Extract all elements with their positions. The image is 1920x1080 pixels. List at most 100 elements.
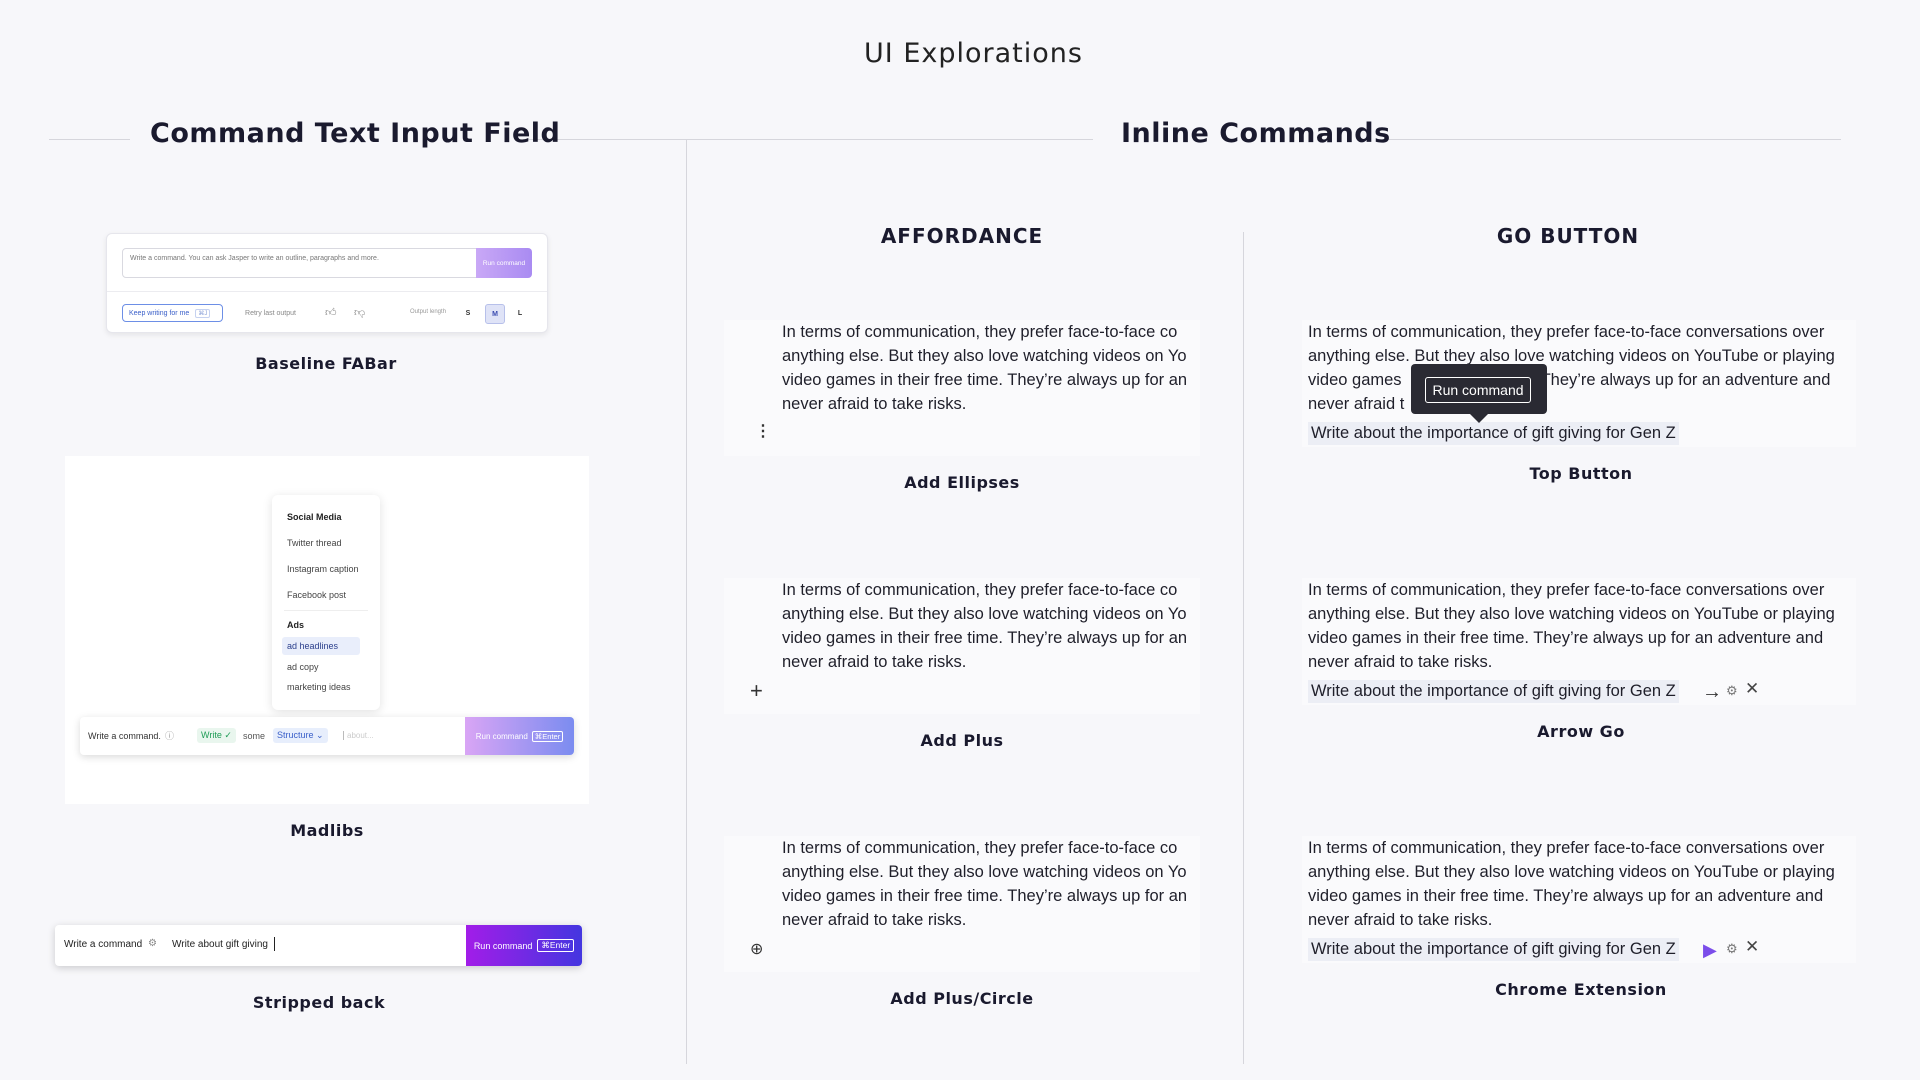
settings-icon[interactable]: ⚙ — [1726, 683, 1738, 699]
structure-chip[interactable]: Structure ⌄ — [273, 728, 328, 743]
menu-item-facebook[interactable]: Facebook post — [287, 590, 346, 600]
go-button-title: GO BUTTON — [1496, 224, 1640, 248]
madlibs-command-bar: Write a command. ⓘ Write ✓ some Structur… — [80, 717, 574, 755]
para-line: never afraid to take risks. — [782, 653, 967, 671]
para-line: anything else. But they also love watchi… — [782, 863, 1187, 881]
affordance-card-plus-circle: In terms of communication, they prefer f… — [724, 836, 1200, 972]
menu-separator — [284, 610, 368, 611]
baseline-caption: Baseline FABar — [255, 354, 397, 373]
affordance-card-plus: In terms of communication, they prefer f… — [724, 578, 1200, 714]
stripped-run-shortcut: ⌘Enter — [537, 939, 575, 952]
close-icon[interactable]: ✕ — [1745, 679, 1759, 699]
keep-writing-button[interactable]: Keep writing for me ⌘J — [122, 304, 223, 322]
tooltip-arrow — [1470, 414, 1488, 423]
para-line: In terms of communication, they prefer f… — [1308, 839, 1825, 857]
right-section-title: Inline Commands — [1121, 118, 1391, 149]
add-ellipses-caption: Add Ellipses — [904, 473, 1020, 492]
command-menu: Social Media Twitter thread Instagram ca… — [272, 495, 380, 710]
para-line: video games in their free time. They’re … — [782, 887, 1188, 905]
go-card-arrow: In terms of communication, they prefer f… — [1302, 578, 1856, 705]
page-title: UI Explorations — [864, 38, 1083, 69]
check-icon: ✓ — [224, 730, 232, 740]
madlibs-run-button[interactable]: Run command ⌘Enter — [465, 717, 574, 755]
menu-item-instagram[interactable]: Instagram caption — [287, 564, 359, 574]
para-line: never afraid to take risks. — [1308, 653, 1493, 671]
go-card-top-button: In terms of communication, they prefer f… — [1302, 320, 1856, 447]
para-line-end: They’re always up for an adventure and — [1540, 371, 1831, 389]
para-line: anything else. But they also love watchi… — [782, 605, 1187, 623]
plus-icon[interactable]: + — [750, 680, 763, 702]
divider-vertical-inline — [1243, 232, 1244, 1064]
command-line[interactable]: Write about the importance of gift givin… — [1308, 680, 1679, 703]
thumbs-down-icon[interactable]: 👎︎ — [354, 306, 365, 319]
menu-item-ad-headlines[interactable]: ad headlines — [287, 641, 338, 651]
para-line: anything else. But they also love watchi… — [1308, 605, 1835, 623]
affordance-card-ellipses: In terms of communication, they prefer f… — [724, 320, 1200, 456]
para-line: anything else. But they also love watchi… — [1308, 863, 1835, 881]
chevron-down-icon: ⌄ — [316, 730, 324, 740]
paragraph: In terms of communication, they prefer f… — [1308, 836, 1835, 932]
madlibs-run-shortcut: ⌘Enter — [531, 730, 564, 742]
madlibs-caption: Madlibs — [290, 821, 364, 840]
menu-group-social: Social Media — [287, 512, 342, 522]
stripped-label: Write a command — [64, 939, 143, 950]
para-line: In terms of communication, they prefer f… — [1308, 323, 1825, 341]
para-line: video games in their free time. They’re … — [1308, 629, 1824, 647]
plus-circle-icon[interactable]: ⊕ — [750, 942, 763, 958]
para-line: video games They’re always up for an adve… — [1308, 368, 1835, 392]
divider-left-a — [49, 139, 130, 140]
para-line: video games in their free time. They’re … — [1308, 887, 1824, 905]
menu-item-ad-copy[interactable]: ad copy — [287, 662, 319, 672]
divider-left-b — [523, 139, 1093, 140]
size-l-button[interactable]: L — [511, 304, 529, 322]
add-plus-caption: Add Plus — [920, 731, 1004, 750]
size-s-button[interactable]: S — [459, 304, 477, 322]
menu-group-ads: Ads — [287, 620, 305, 630]
paragraph: In terms of communication, they prefer f… — [1308, 320, 1835, 416]
arrow-go-caption: Arrow Go — [1537, 722, 1625, 741]
divider-right — [1377, 139, 1841, 140]
para-line: never afraid t — [1308, 395, 1405, 413]
ellipsis-vertical-icon[interactable]: ⋮ — [755, 424, 771, 440]
para-line: video games in their free time. They’re … — [782, 371, 1188, 389]
menu-item-twitter[interactable]: Twitter thread — [287, 538, 342, 548]
para-line: In terms of communication, they prefer f… — [782, 323, 1178, 341]
paragraph: In terms of communication, they prefer f… — [782, 836, 1187, 932]
tooltip-run-command-button[interactable]: Run command — [1425, 377, 1531, 403]
settings-icon[interactable]: ⚙ — [148, 938, 157, 949]
para-line: never afraid to take risks. — [782, 911, 967, 929]
run-command-button[interactable]: Run command — [476, 248, 532, 278]
command-line[interactable]: Write about the importance of gift givin… — [1308, 938, 1679, 961]
thumbs-up-icon[interactable]: 👍︎ — [325, 306, 337, 319]
para-line: In terms of communication, they prefer f… — [782, 581, 1178, 599]
arrow-right-icon[interactable]: → — [1702, 680, 1722, 704]
settings-icon[interactable]: ⚙ — [1726, 941, 1738, 957]
madlibs-run-label: Run command — [475, 731, 528, 741]
madlibs-label: Write a command. — [88, 731, 161, 741]
command-line[interactable]: Write about the importance of gift givin… — [1308, 422, 1679, 445]
stripped-run-button[interactable]: Run command ⌘Enter — [466, 925, 582, 966]
close-icon[interactable]: ✕ — [1745, 937, 1759, 957]
command-input[interactable]: Write a command. You can ask Jasper to w… — [122, 248, 477, 278]
para-line: never afraid to take risks. — [1308, 911, 1493, 929]
stripped-command-bar: Write a command ⚙ Write about gift givin… — [55, 925, 582, 966]
stripped-input[interactable]: Write about gift giving — [172, 939, 268, 950]
info-icon: ⓘ — [165, 731, 175, 741]
play-icon[interactable]: ▶ — [1703, 940, 1717, 960]
go-card-chrome: In terms of communication, they prefer f… — [1302, 836, 1856, 963]
paragraph: In terms of communication, they prefer f… — [782, 320, 1187, 416]
write-chip[interactable]: Write ✓ — [197, 728, 236, 743]
run-command-tooltip: Run command — [1411, 364, 1547, 423]
structure-chip-label: Structure — [277, 730, 314, 740]
affordance-title: AFFORDANCE — [880, 224, 1044, 248]
about-input[interactable]: about... — [343, 731, 374, 740]
retry-button[interactable]: Retry last output — [238, 304, 303, 322]
add-plus-circle-caption: Add Plus/Circle — [890, 989, 1034, 1008]
top-button-caption: Top Button — [1529, 464, 1633, 483]
size-m-button[interactable]: M — [485, 304, 505, 324]
fabar-divider — [107, 291, 547, 292]
text-caret — [274, 937, 275, 951]
divider-vertical-main — [686, 140, 687, 1064]
menu-item-marketing-ideas[interactable]: marketing ideas — [287, 682, 351, 692]
para-line-start: video games — [1308, 371, 1402, 389]
